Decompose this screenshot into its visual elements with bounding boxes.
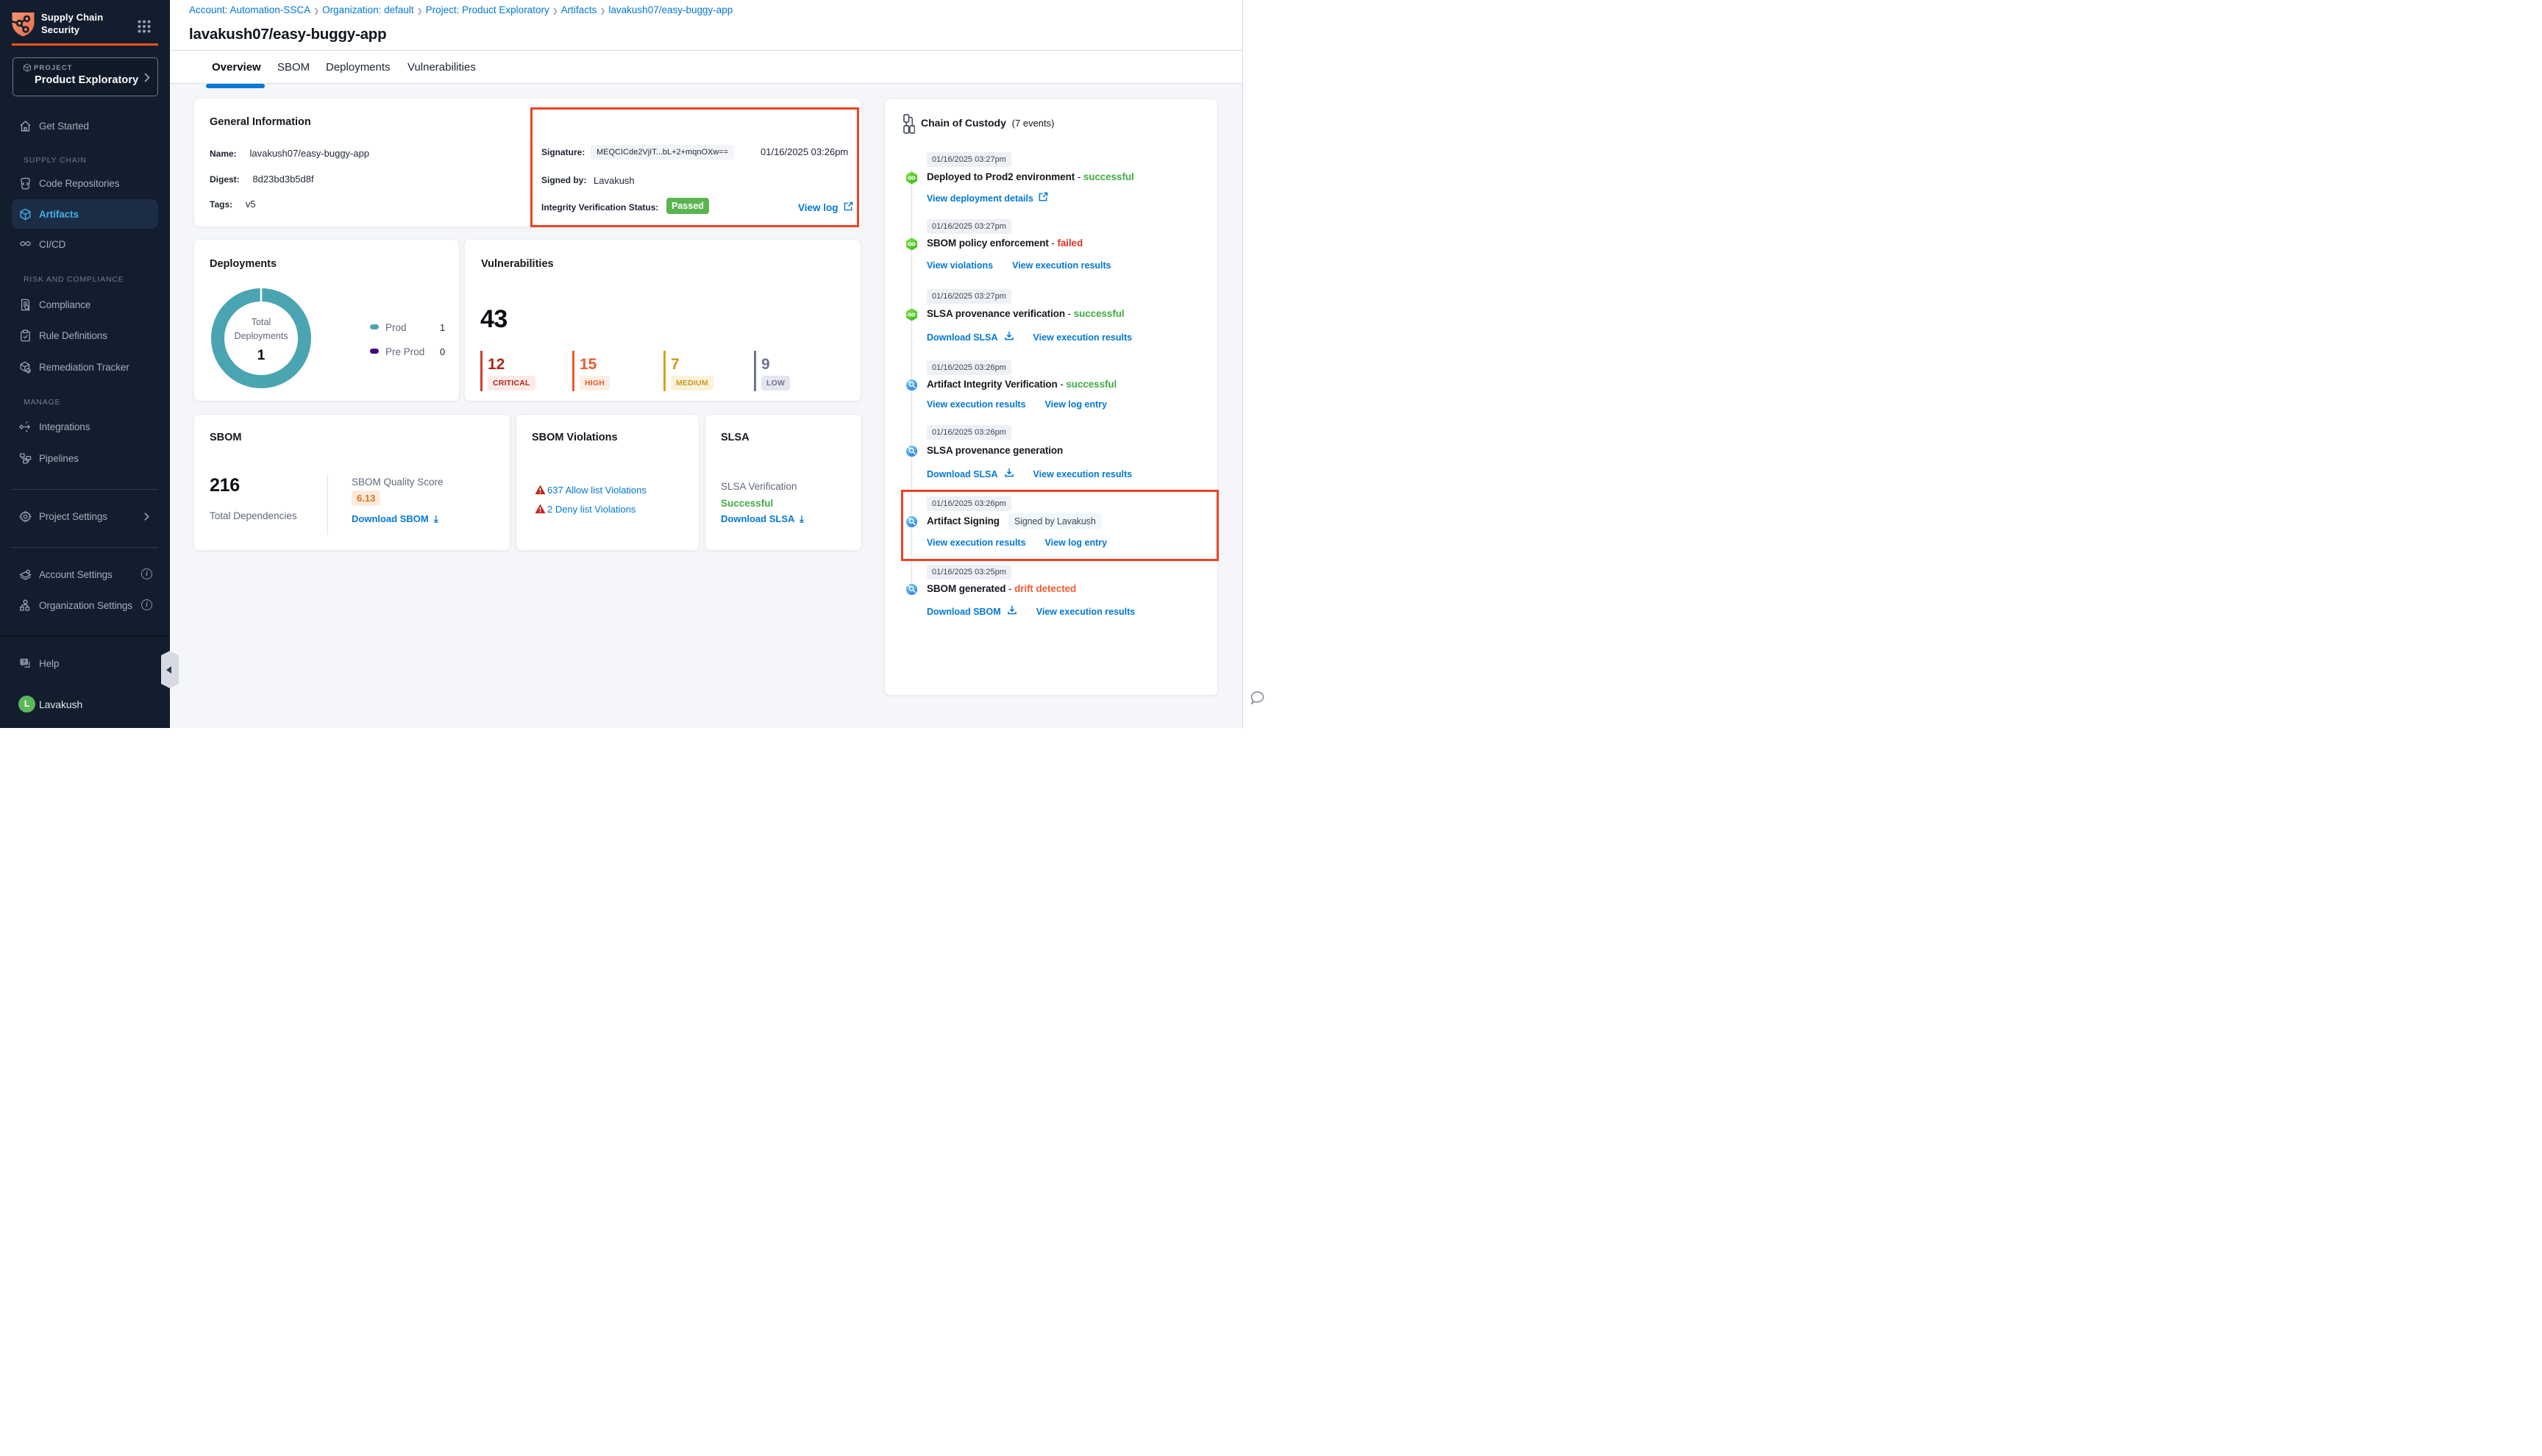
svg-text:?: ? bbox=[22, 658, 26, 665]
